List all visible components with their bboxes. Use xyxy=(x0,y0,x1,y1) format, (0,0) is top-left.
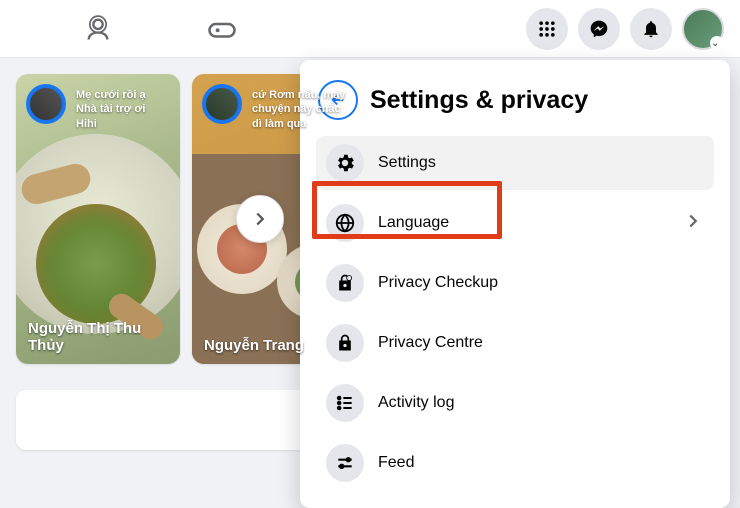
messenger-button[interactable] xyxy=(578,8,620,50)
menu-list: Settings Language Privacy Checkup Privac… xyxy=(310,136,720,490)
story-overlay-text: cứ Rơm nấu, máy chuyện này chắc dì làm q… xyxy=(252,88,348,131)
topbar-right: ⌄ xyxy=(526,8,724,50)
story-avatar xyxy=(26,84,66,124)
chevron-down-icon: ⌄ xyxy=(711,39,721,49)
menu-item-label: Feed xyxy=(378,454,414,472)
lock-heart-icon xyxy=(326,264,364,302)
gear-icon xyxy=(326,144,364,182)
profile-avatar-button[interactable]: ⌄ xyxy=(682,8,724,50)
menu-item-label: Language xyxy=(378,214,449,232)
menu-grid-button[interactable] xyxy=(526,8,568,50)
menu-item-label: Privacy Centre xyxy=(378,334,483,352)
gaming-nav-icon[interactable] xyxy=(200,7,244,51)
notifications-button[interactable] xyxy=(630,8,672,50)
story-overlay-text: Mẹ cưới rồi ạ Nhà tài trợ ơi Hihi xyxy=(76,88,172,131)
story-avatar xyxy=(202,84,242,124)
dropdown-title: Settings & privacy xyxy=(370,86,588,115)
menu-item-privacy-centre[interactable]: Privacy Centre xyxy=(316,316,714,370)
menu-item-feed[interactable]: Feed xyxy=(316,436,714,490)
menu-item-label: Privacy Checkup xyxy=(378,274,498,292)
settings-privacy-dropdown: Settings & privacy Settings Language Pri… xyxy=(300,60,730,508)
menu-item-activity-log[interactable]: Activity log xyxy=(316,376,714,430)
stories-next-button[interactable] xyxy=(236,195,284,243)
topbar: ⌄ xyxy=(0,0,740,58)
topbar-center-nav xyxy=(16,7,244,51)
menu-item-privacy-checkup[interactable]: Privacy Checkup xyxy=(316,256,714,310)
menu-item-label: Activity log xyxy=(378,394,454,412)
story-author-name: Nguyễn Thị Thu Thủy xyxy=(28,320,168,354)
menu-item-label: Settings xyxy=(378,154,436,172)
globe-icon xyxy=(326,204,364,242)
story-author-name: Nguyễn Trang xyxy=(204,337,344,354)
chevron-right-icon xyxy=(682,210,704,237)
list-icon xyxy=(326,384,364,422)
dropdown-header: Settings & privacy xyxy=(310,74,720,136)
story-card[interactable]: Mẹ cưới rồi ạ Nhà tài trợ ơi Hihi Nguyễn… xyxy=(16,74,180,364)
menu-item-language[interactable]: Language xyxy=(316,196,714,250)
friends-nav-icon[interactable] xyxy=(76,7,120,51)
sliders-icon xyxy=(326,444,364,482)
menu-item-settings[interactable]: Settings xyxy=(316,136,714,190)
